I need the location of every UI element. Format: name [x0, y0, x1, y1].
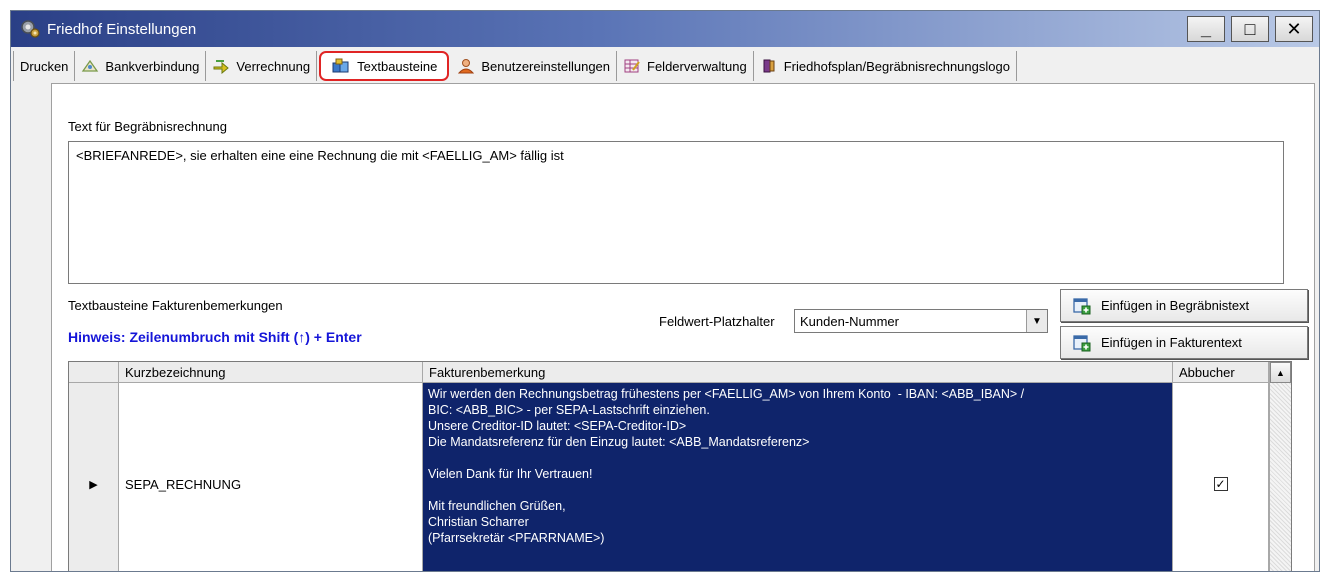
plan-icon: [760, 58, 778, 74]
column-header-faktura[interactable]: Fakturenbemerkung: [423, 362, 1173, 383]
scroll-up-arrow-icon[interactable]: ▲: [1270, 362, 1291, 383]
user-icon: [457, 58, 475, 74]
hint-text: Hinweis: Zeilenumbruch mit Shift (↑) + E…: [68, 329, 362, 345]
tab-label: Verrechnung: [236, 58, 311, 74]
maximize-button[interactable]: □: [1231, 16, 1269, 42]
tab-label: Benutzereinstellungen: [481, 58, 611, 74]
burial-text-label: Text für Begräbnisrechnung: [68, 119, 227, 134]
burial-text-input[interactable]: <BRIEFANREDE>, sie erhalten eine eine Re…: [68, 141, 1284, 284]
gear-app-icon: [19, 18, 41, 40]
tab-verrechnung[interactable]: Verrechnung: [206, 51, 318, 81]
chevron-down-icon[interactable]: ▼: [1026, 310, 1047, 332]
tab-label: Bankverbindung: [105, 58, 200, 74]
settings-window: Friedhof Einstellungen _ □ ✕ Drucken Ban…: [10, 10, 1320, 572]
grid-header: Kurzbezeichnung Fakturenbemerkung Abbuch…: [69, 362, 1291, 383]
bank-icon: [81, 58, 99, 74]
tab-label: Friedhofsplan/Begräbnisrechnungslogo: [783, 58, 1010, 74]
tab-label: Drucken: [20, 58, 69, 74]
vertical-scrollbar[interactable]: ▲: [1269, 362, 1291, 571]
arrow-icon: [212, 58, 230, 74]
tab-strip: Drucken Bankverbindung Verrechnung Textb…: [13, 51, 1017, 81]
minimize-button[interactable]: _: [1187, 16, 1225, 42]
tab-benutzereinstellungen[interactable]: Benutzereinstellungen: [451, 51, 618, 81]
table-row[interactable]: ▶ SEPA_RECHNUNG Wir werden den Rechnungs…: [69, 383, 1269, 571]
insert-burial-label: Einfügen in Begräbnistext: [1101, 298, 1250, 313]
window-title: Friedhof Einstellungen: [47, 20, 197, 38]
abbucher-checkbox[interactable]: ✓: [1213, 477, 1228, 491]
insert-invoice-button[interactable]: Einfügen in Fakturentext: [1060, 326, 1308, 359]
placeholder-label: Feldwert-Platzhalter: [659, 314, 775, 329]
abbucher-cell[interactable]: ✓: [1173, 383, 1269, 571]
tab-label: Textbausteine: [357, 58, 438, 74]
tab-friedhofsplan[interactable]: Friedhofsplan/Begräbnisrechnungslogo: [753, 51, 1017, 81]
row-selector-arrow-icon[interactable]: ▶: [69, 383, 119, 571]
column-header-abbucher[interactable]: Abbucher: [1173, 362, 1269, 383]
textbausteine-panel: Text für Begräbnisrechnung <BRIEFANREDE>…: [51, 83, 1315, 571]
tab-felderverwaltung[interactable]: Felderverwaltung: [617, 51, 754, 81]
tab-textbausteine[interactable]: Textbausteine: [319, 51, 450, 81]
row-header-corner: [69, 362, 119, 383]
kurzbezeichnung-cell[interactable]: SEPA_RECHNUNG: [119, 383, 423, 571]
placeholder-select[interactable]: Kunden-Nummer ▼: [794, 309, 1048, 333]
column-header-kurz[interactable]: Kurzbezeichnung: [119, 362, 423, 383]
fakturenbemerkung-cell[interactable]: Wir werden den Rechnungsbetrag frühesten…: [423, 383, 1173, 571]
invoice-blocks-label: Textbausteine Fakturenbemerkungen: [68, 298, 283, 313]
insert-invoice-label: Einfügen in Fakturentext: [1101, 335, 1242, 350]
tab-drucken[interactable]: Drucken: [13, 51, 76, 81]
insert-icon: [1073, 297, 1091, 315]
insert-burial-button[interactable]: Einfügen in Begräbnistext: [1060, 289, 1308, 322]
close-button[interactable]: ✕: [1275, 16, 1313, 42]
insert-icon: [1073, 334, 1091, 352]
tab-bankverbindung[interactable]: Bankverbindung: [75, 51, 207, 81]
fields-icon: [623, 58, 641, 74]
blocks-icon: [331, 58, 351, 74]
invoice-blocks-grid: Kurzbezeichnung Fakturenbemerkung Abbuch…: [68, 361, 1292, 571]
title-bar[interactable]: Friedhof Einstellungen _ □ ✕: [11, 11, 1319, 47]
tab-label: Felderverwaltung: [647, 58, 747, 74]
placeholder-value: Kunden-Nummer: [800, 313, 899, 329]
